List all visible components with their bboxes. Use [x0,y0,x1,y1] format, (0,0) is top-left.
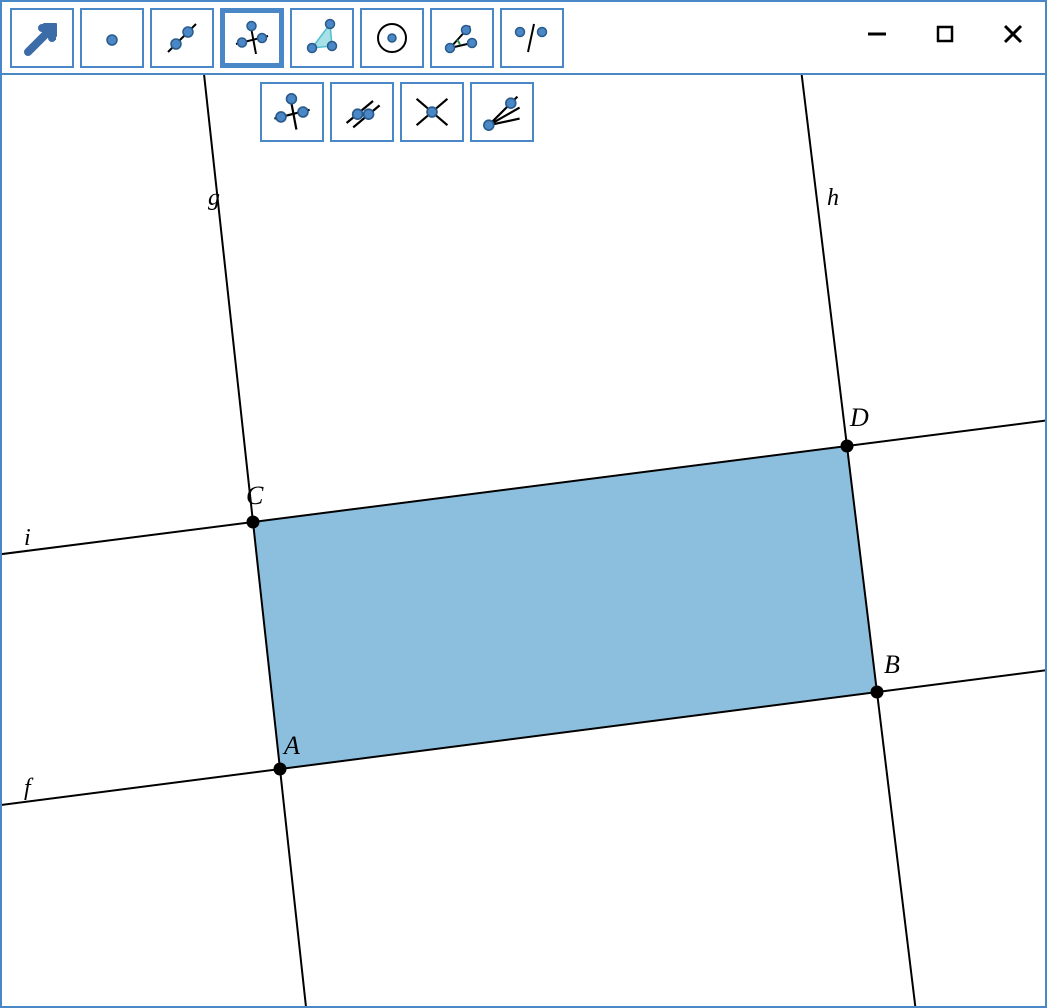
reflect-icon [512,18,552,58]
point-icon [92,18,132,58]
point-c[interactable] [247,516,260,529]
point-tool-button[interactable] [80,8,144,68]
minimize-icon [866,23,888,45]
reflect-tool-button[interactable] [500,8,564,68]
point-a[interactable] [274,763,287,776]
polygon-icon [302,18,342,58]
polygon-tool-button[interactable] [290,8,354,68]
close-button[interactable] [999,20,1027,48]
perpendicular-icon [232,18,272,58]
minimize-button[interactable] [863,20,891,48]
line-tool-button[interactable] [150,8,214,68]
maximize-icon [935,24,955,44]
app-window: A B C D f g h i [0,0,1047,1008]
window-controls [863,20,1027,48]
circle-icon [372,18,412,58]
point-b[interactable] [871,686,884,699]
line-icon [162,18,202,58]
angle-icon [442,18,482,58]
point-d[interactable] [841,440,854,453]
move-tool-button[interactable] [10,8,74,68]
geometry-svg [2,75,1045,1006]
maximize-button[interactable] [931,20,959,48]
geometry-canvas[interactable]: A B C D f g h i [2,75,1045,1006]
angle-tool-button[interactable] [430,8,494,68]
close-icon [1002,23,1024,45]
perpendicular-tool-button[interactable] [220,8,284,68]
arrow-icon [22,18,62,58]
polygon-rectangle[interactable] [253,446,877,769]
circle-tool-button[interactable] [360,8,424,68]
